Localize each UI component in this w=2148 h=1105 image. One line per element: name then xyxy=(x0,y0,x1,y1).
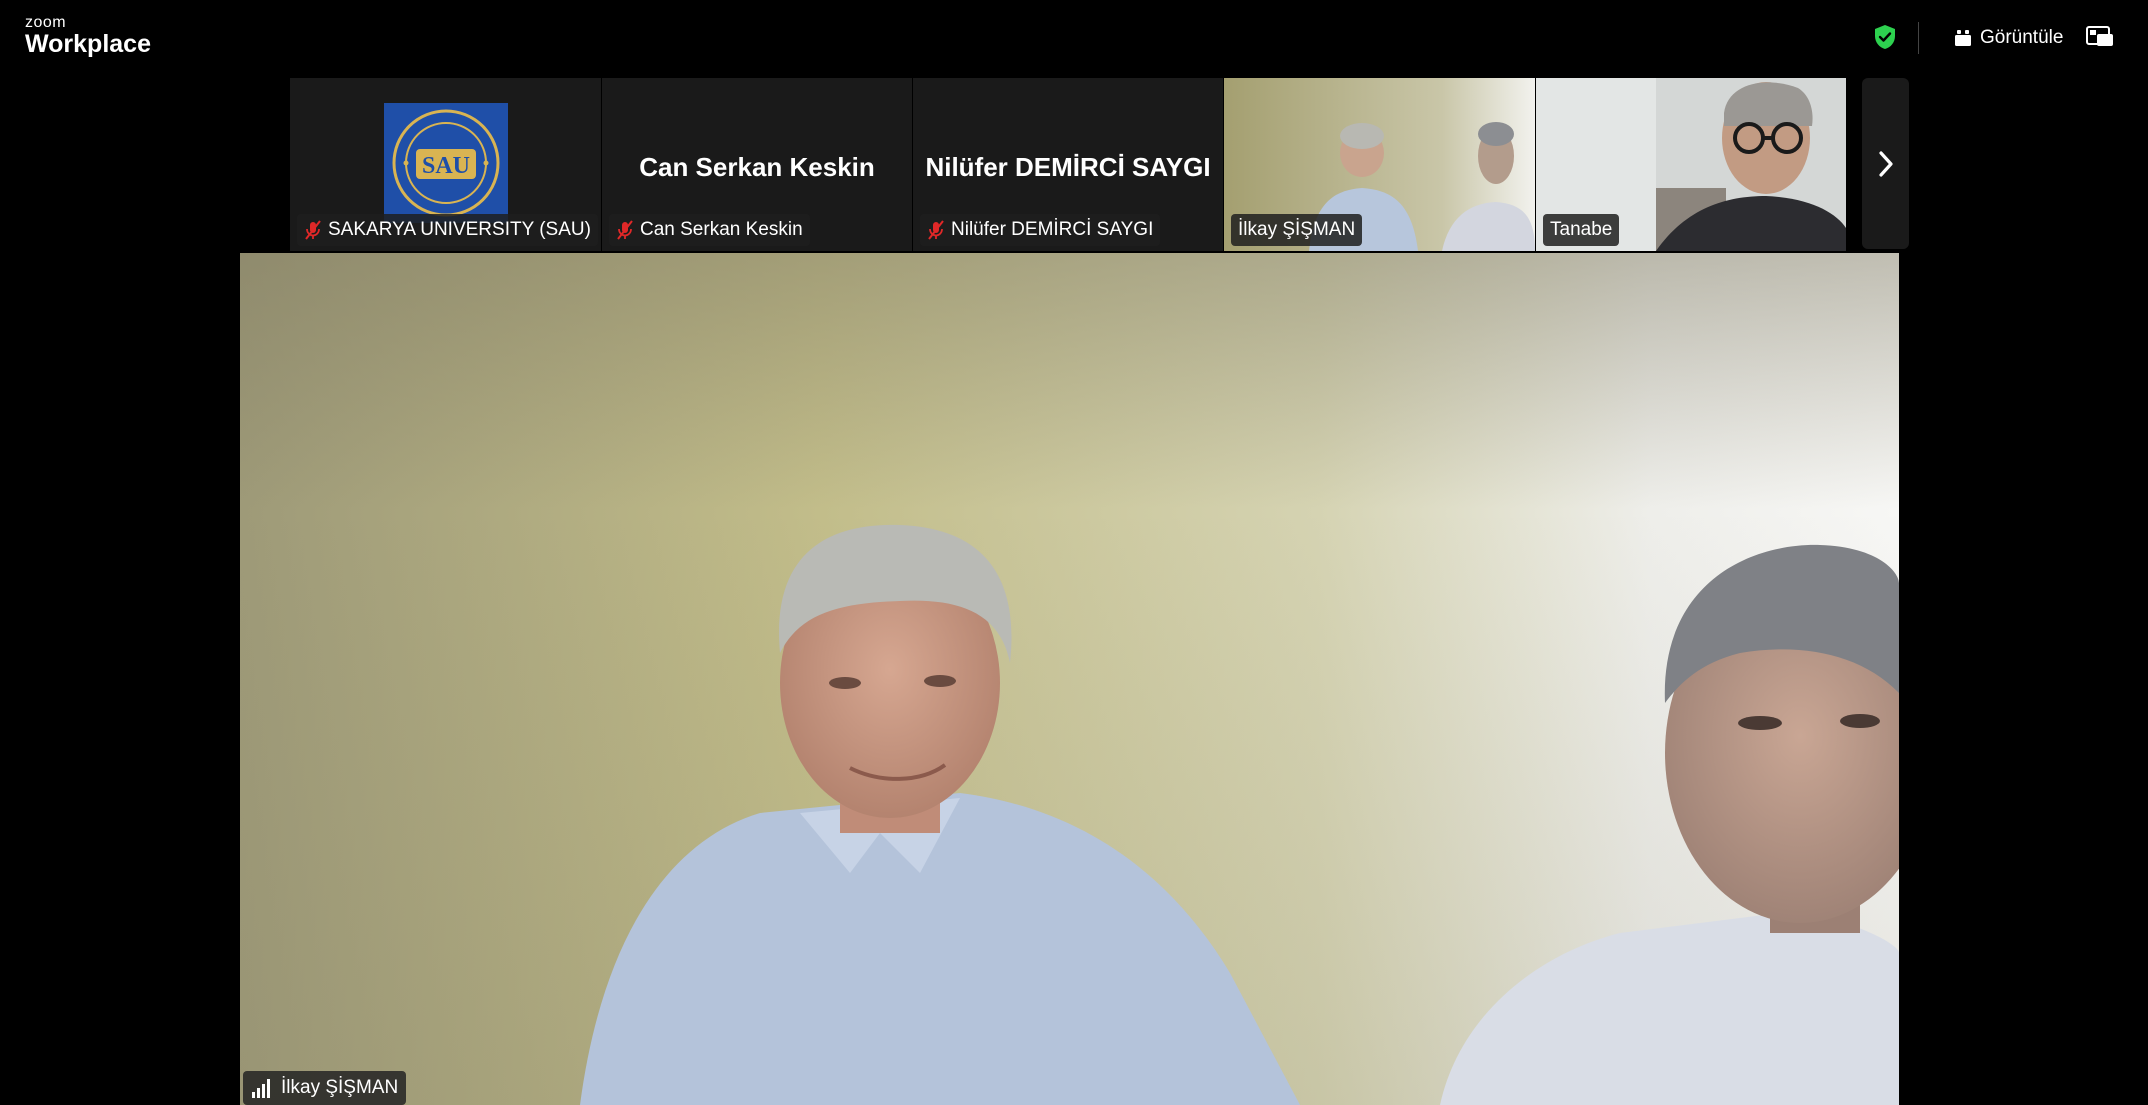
main-speaker-name: İlkay ŞİŞMAN xyxy=(281,1077,399,1098)
view-button-label: Görüntüle xyxy=(1980,27,2064,48)
participant-name: Nilüfer DEMİRCİ SAYGI xyxy=(951,219,1154,240)
participant-name-display: Can Serkan Keskin xyxy=(639,152,875,182)
sakarya-university-logo: SAU xyxy=(384,103,508,223)
participant-label: Tanabe xyxy=(1543,214,1620,246)
participant-label: Nilüfer DEMİRCİ SAYGI xyxy=(920,214,1161,246)
participant-tile-can-serkan-keskin[interactable]: Can Serkan Keskin Can Serkan Keskin xyxy=(602,78,912,251)
logo-text: SAU xyxy=(422,153,470,179)
participant-label: SAKARYA UNIVERSITY (SAU) xyxy=(297,214,598,246)
muted-mic-icon xyxy=(617,220,633,240)
participant-label: İlkay ŞİŞMAN xyxy=(1231,214,1363,246)
main-speaker-label: İlkay ŞİŞMAN xyxy=(243,1071,407,1105)
participant-tile-tanabe[interactable]: Tanabe xyxy=(1536,78,1846,251)
muted-mic-icon xyxy=(928,220,944,240)
view-grid-icon xyxy=(1955,30,1971,46)
muted-mic-icon xyxy=(305,220,321,240)
participant-name: Tanabe xyxy=(1550,219,1613,240)
participant-name-display: Nilüfer DEMİRCİ SAYGI xyxy=(925,152,1211,182)
chevron-right-icon xyxy=(1878,150,1893,177)
main-speaker-video[interactable]: İlkay ŞİŞMAN xyxy=(240,253,1899,1105)
toolbar-divider xyxy=(1918,22,1919,54)
view-button[interactable]: Görüntüle xyxy=(1954,24,2063,52)
participant-tile-nilufer-demirci-saygi[interactable]: Nilüfer DEMİRCİ SAYGI Nilüfer DEMİRCİ SA… xyxy=(913,78,1223,251)
speaker-video-feed xyxy=(240,253,1899,1105)
signal-bars-icon xyxy=(252,1079,270,1098)
security-shield-icon[interactable] xyxy=(1873,24,1897,50)
participant-name: İlkay ŞİŞMAN xyxy=(1238,219,1356,240)
participant-tile-ilkay-sisman[interactable]: İlkay ŞİŞMAN xyxy=(1224,78,1535,251)
brand-logo-workplace: Workplace xyxy=(25,30,151,58)
participant-name: SAKARYA UNIVERSITY (SAU) xyxy=(328,219,591,240)
next-page-button[interactable] xyxy=(1862,78,1909,249)
picture-in-picture-icon[interactable] xyxy=(2085,24,2115,50)
participant-name: Can Serkan Keskin xyxy=(640,219,803,240)
participant-label: Can Serkan Keskin xyxy=(609,214,810,246)
participant-tile-sau[interactable]: SAU SAKARYA UNIVERSITY (SAU) xyxy=(290,78,601,251)
top-bar: zoom Workplace Görüntüle xyxy=(0,0,2148,73)
